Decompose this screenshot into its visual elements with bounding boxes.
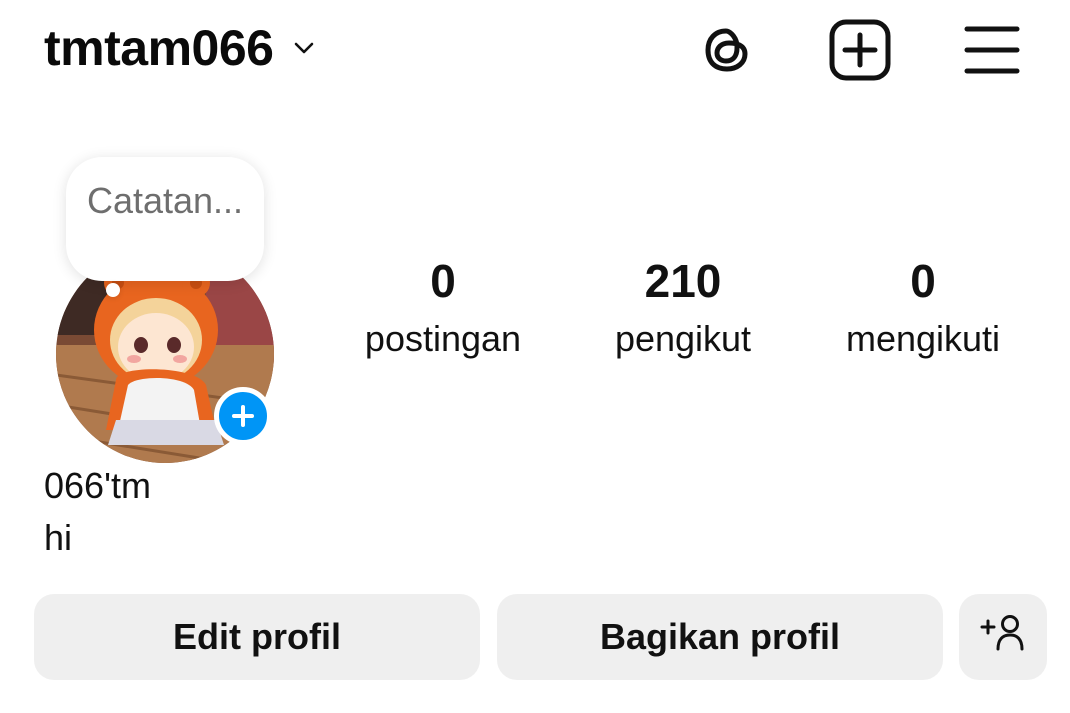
add-story-button[interactable] (214, 387, 272, 445)
followers-count: 210 (644, 255, 722, 307)
note-placeholder: Catatan... (86, 180, 244, 221)
edit-profile-button[interactable]: Edit profil (34, 594, 480, 680)
stat-followers[interactable]: 210 pengikut (583, 255, 783, 363)
note-bubble[interactable]: Catatan... (66, 157, 264, 281)
following-count: 0 (910, 255, 936, 307)
bio-text: hi (44, 517, 73, 558)
stat-following[interactable]: 0 mengikuti (823, 255, 1023, 363)
avatar-section: Catatan... (56, 155, 286, 463)
threads-icon[interactable] (695, 18, 759, 82)
menu-icon[interactable] (960, 18, 1024, 82)
username: tmtam066 (44, 20, 274, 76)
profile-screen: tmtam066 Catatan... 0 postingan 210 peng… (0, 0, 1070, 713)
share-profile-button[interactable]: Bagikan profil (497, 594, 943, 680)
posts-count: 0 (430, 255, 456, 307)
account-switcher[interactable]: tmtam066 (44, 18, 317, 78)
note-bubble-tail (106, 283, 120, 297)
chevron-down-icon (291, 35, 317, 61)
edit-profile-label: Edit profil (173, 616, 341, 657)
add-person-icon (979, 613, 1027, 662)
posts-label: postingan (364, 318, 522, 359)
stat-posts[interactable]: 0 postingan (343, 255, 543, 363)
new-post-icon[interactable] (828, 18, 892, 82)
display-name: 066'tm (44, 465, 151, 506)
profile-header: tmtam066 (0, 0, 1070, 100)
discover-people-button[interactable] (959, 594, 1047, 680)
plus-icon (232, 405, 254, 427)
followers-label: pengikut (614, 318, 752, 359)
following-label: mengikuti (845, 318, 1001, 359)
share-profile-label: Bagikan profil (599, 616, 841, 657)
